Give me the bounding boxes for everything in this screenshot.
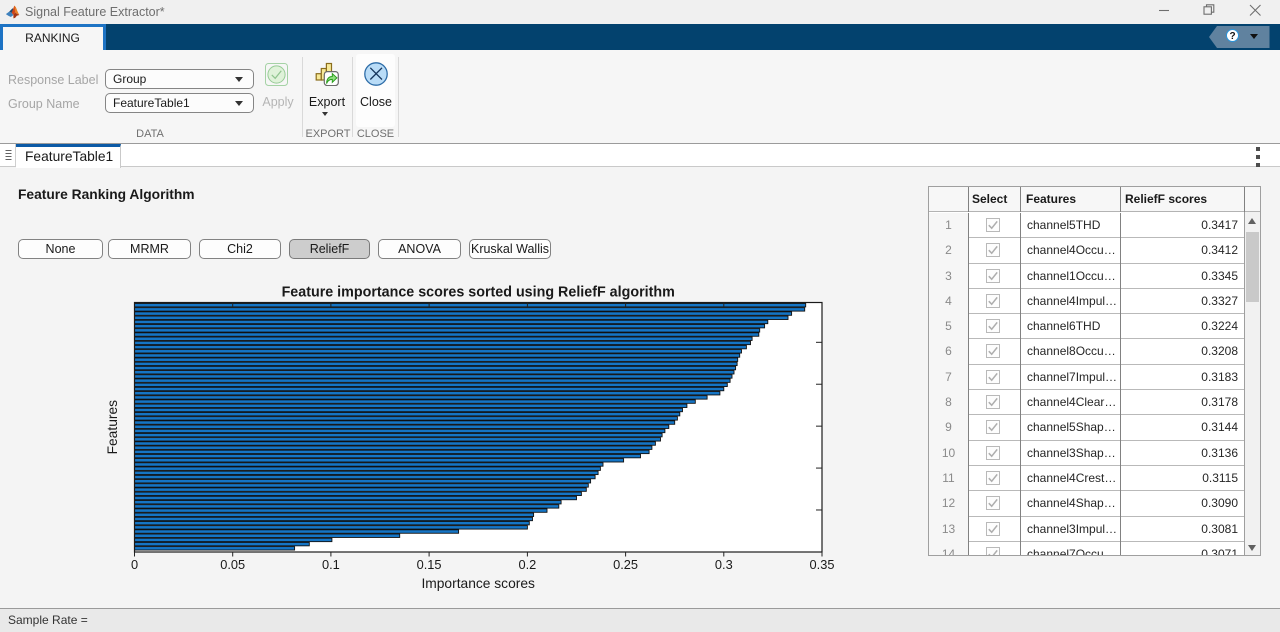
svg-text:Importance scores: Importance scores <box>421 576 535 591</box>
svg-text:0.05: 0.05 <box>220 557 245 572</box>
svg-text:Features: Features <box>105 400 120 455</box>
svg-text:0.2: 0.2 <box>519 557 537 572</box>
svg-text:0.3: 0.3 <box>715 557 733 572</box>
svg-text:0.15: 0.15 <box>417 557 442 572</box>
svg-text:0.35: 0.35 <box>810 557 835 572</box>
svg-text:0.1: 0.1 <box>322 557 340 572</box>
svg-text:0: 0 <box>131 557 138 572</box>
svg-text:0.25: 0.25 <box>613 557 638 572</box>
svg-text:Feature importance scores sort: Feature importance scores sorted using R… <box>282 285 675 301</box>
